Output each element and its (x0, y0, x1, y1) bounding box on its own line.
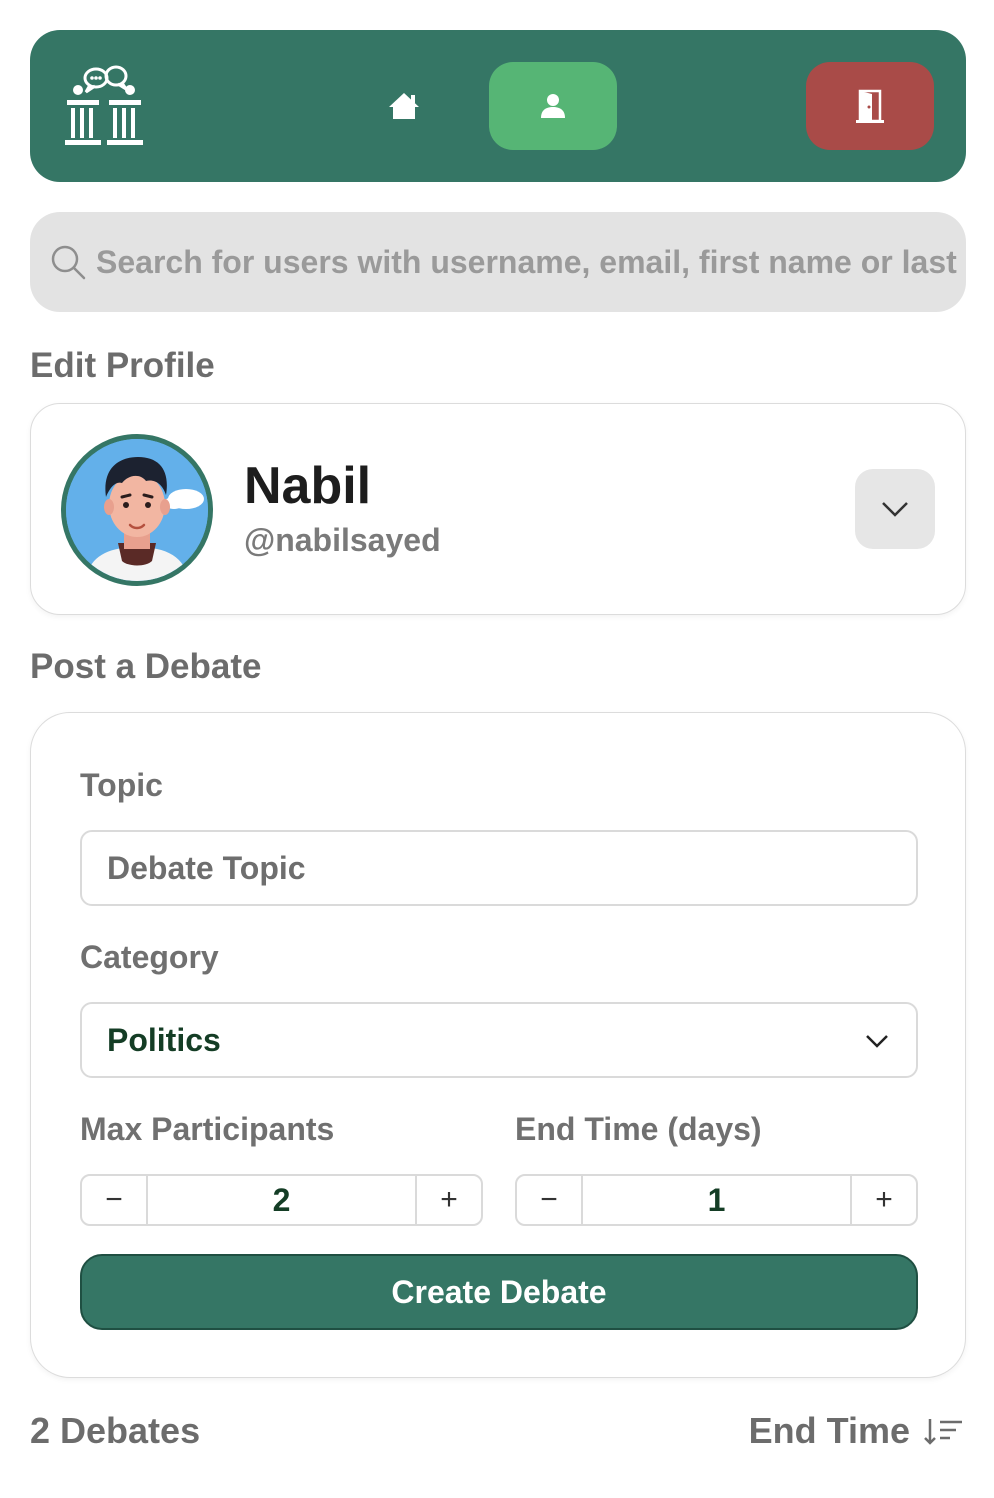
end-time-decrement-button[interactable]: − (517, 1176, 583, 1224)
end-time-value[interactable]: 1 (583, 1176, 850, 1224)
door-exit-icon (856, 89, 884, 123)
end-time-label: End Time (days) (515, 1111, 762, 1147)
post-debate-heading: Post a Debate (30, 647, 262, 686)
user-search-bar (30, 212, 966, 312)
max-participants-decrement-button[interactable]: − (82, 1176, 148, 1224)
search-input[interactable] (96, 212, 960, 312)
edit-profile-heading: Edit Profile (30, 346, 215, 385)
top-navbar (30, 30, 966, 182)
profile-name: Nabil (244, 457, 372, 515)
debates-count: 2 Debates (30, 1410, 201, 1451)
category-label: Category (80, 939, 219, 975)
end-time-increment-button[interactable]: + (850, 1176, 916, 1224)
end-time-stepper: − 1 + (515, 1174, 918, 1226)
nav-home-button[interactable] (375, 77, 433, 135)
debate-podium-logo-icon[interactable] (64, 64, 144, 148)
max-participants-increment-button[interactable]: + (415, 1176, 481, 1224)
create-debate-button[interactable]: Create Debate (80, 1254, 918, 1330)
profile-username: @nabilsayed (244, 522, 441, 558)
category-selected-value: Politics (107, 1022, 221, 1058)
chevron-down-icon (866, 1035, 888, 1048)
post-debate-form: Topic Category Politics Max Participants… (30, 712, 966, 1378)
home-icon (389, 93, 419, 119)
sort-descending-icon (924, 1419, 962, 1445)
max-participants-label: Max Participants (80, 1111, 335, 1147)
category-select[interactable]: Politics (80, 1002, 918, 1078)
user-icon (541, 94, 565, 118)
topic-label: Topic (80, 767, 163, 803)
max-participants-stepper: − 2 + (80, 1174, 483, 1226)
nav-logout-button[interactable] (806, 62, 934, 150)
topic-input[interactable] (80, 830, 918, 906)
max-participants-value[interactable]: 2 (148, 1176, 415, 1224)
avatar[interactable] (61, 434, 213, 586)
profile-card: Nabil @nabilsayed (30, 403, 966, 615)
nav-profile-button[interactable] (489, 62, 617, 150)
sort-label: End Time (748, 1410, 910, 1451)
search-icon (51, 245, 86, 280)
sort-button[interactable]: End Time (749, 1410, 964, 1452)
chevron-down-icon (882, 502, 908, 517)
profile-expand-button[interactable] (855, 469, 935, 549)
